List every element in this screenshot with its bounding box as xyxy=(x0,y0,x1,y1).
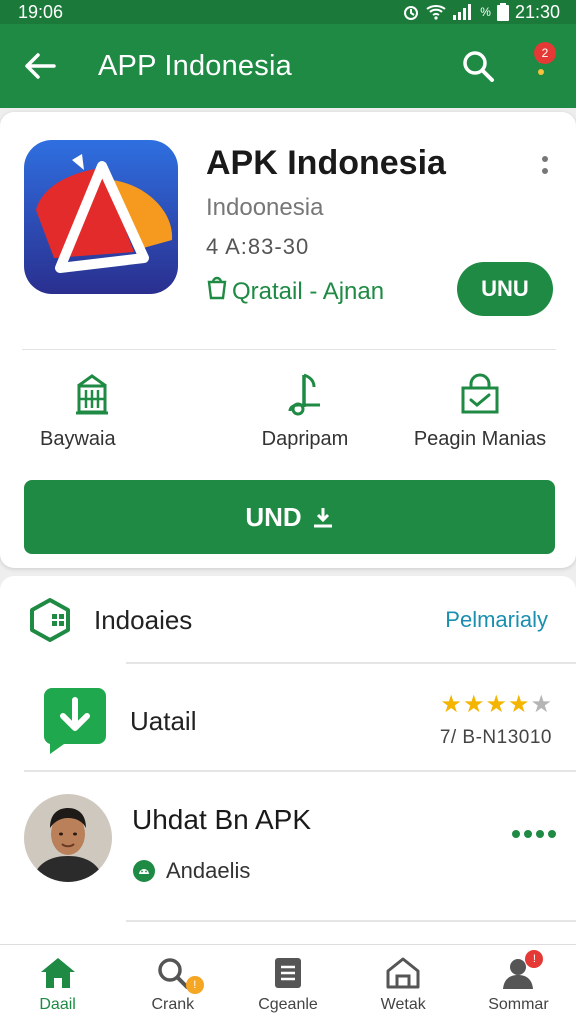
more-dots-icon[interactable] xyxy=(512,830,556,838)
user-title: Uhdat Bn APK xyxy=(132,804,312,835)
install-label: UND xyxy=(245,501,302,532)
nav-item-documents[interactable]: Cgeanle xyxy=(230,945,345,1024)
app-detail-card: APK Indonesia Indoonesia 4 A:83-30 Qrata… xyxy=(0,112,576,568)
category-icon xyxy=(206,276,228,307)
nav-item-store[interactable]: Wetak xyxy=(346,945,461,1024)
building-icon xyxy=(76,374,108,415)
options-dot xyxy=(542,156,548,162)
options-dot xyxy=(542,168,548,174)
overflow-menu-button[interactable]: 2 xyxy=(526,42,556,88)
developer-name[interactable]: Indoonesia xyxy=(206,194,323,222)
divider xyxy=(24,770,576,772)
update-label: Uatail xyxy=(130,705,197,736)
nav-badge: ! xyxy=(525,949,544,968)
android-badge-icon xyxy=(133,860,155,882)
battery-percent: % xyxy=(480,5,491,19)
nav-item-profile[interactable]: ! Sommar xyxy=(461,945,576,1024)
rating-count: 7/ B-N13010 xyxy=(439,727,552,748)
divider xyxy=(126,662,576,664)
search-icon xyxy=(158,957,189,989)
signal-icon xyxy=(452,4,474,20)
music-note-icon xyxy=(288,373,320,416)
category-label: Qratail - Ajnan xyxy=(232,277,385,305)
section-header: Indoaies Pelmarialy xyxy=(0,590,576,650)
bottom-navigation: Daail ! Crank Cgeanle Wetak ! Sommar xyxy=(0,944,576,1024)
app-name: APK Indonesia xyxy=(206,144,446,182)
section-more-link[interactable]: Pelmarialy xyxy=(445,607,548,633)
nav-item-search[interactable]: ! Crank xyxy=(115,945,230,1024)
feature-item[interactable]: Peagin Manias xyxy=(395,370,565,460)
user-subtitle-row: Andaelis xyxy=(132,858,250,884)
nav-label: Sommar xyxy=(488,995,549,1013)
star-icon: ★ xyxy=(530,691,552,718)
status-time-right: 21:30 xyxy=(514,1,560,22)
star-icon: ★ xyxy=(462,691,485,718)
nav-label: Cgeanle xyxy=(258,995,318,1013)
feature-item[interactable]: Baywaia xyxy=(40,370,220,460)
search-button[interactable] xyxy=(458,46,498,86)
feature-label: Dapripam xyxy=(261,428,349,450)
wifi-icon xyxy=(426,4,446,20)
overflow-dot xyxy=(538,69,544,75)
install-button[interactable]: UND xyxy=(24,480,555,554)
arrow-left-icon xyxy=(25,53,56,79)
battery-icon xyxy=(496,3,509,21)
app-logo-icon xyxy=(24,140,178,294)
open-button[interactable]: UNU xyxy=(457,262,553,316)
document-icon xyxy=(275,957,301,988)
nav-item-home[interactable]: Daail xyxy=(0,945,115,1024)
nav-badge: ! xyxy=(185,975,204,994)
user-subtitle: Andaelis xyxy=(166,858,251,883)
app-bar-title: APP Indonesia xyxy=(98,49,292,82)
section-title: Indoaies xyxy=(94,604,193,635)
app-category[interactable]: Qratail - Ajnan xyxy=(206,276,384,307)
home-icon xyxy=(40,957,75,988)
related-section: Indoaies Pelmarialy Uatail ★ ★ ★ ★ ★ 7/ … xyxy=(0,576,576,944)
store-hexagon-icon xyxy=(26,596,74,644)
rating-block: ★ ★ ★ ★ ★ 7/ B-N13010 xyxy=(440,693,552,749)
download-chat-icon xyxy=(42,686,108,756)
star-icon: ★ xyxy=(485,691,507,718)
app-options-button[interactable] xyxy=(536,156,554,186)
status-icons: % 21:30 xyxy=(402,2,560,23)
star-icon: ★ xyxy=(440,691,462,718)
feature-label: Peagin Manias xyxy=(413,428,547,450)
avatar xyxy=(24,794,112,882)
app-bar: APP Indonesia 2 xyxy=(0,24,576,108)
house-outline-icon xyxy=(386,957,420,988)
status-bar: 19:06 % 21:30 xyxy=(0,0,576,24)
star-rating: ★ ★ ★ ★ ★ xyxy=(440,693,552,717)
update-row[interactable]: Uatail ★ ★ ★ ★ ★ 7/ B-N13010 xyxy=(0,674,576,768)
download-icon xyxy=(313,508,332,528)
feature-item[interactable]: Dapripam xyxy=(230,370,380,460)
search-icon xyxy=(463,51,494,82)
nav-label: Crank xyxy=(151,995,195,1013)
status-time-left: 19:06 xyxy=(18,1,64,22)
nav-label: Daail xyxy=(39,995,76,1013)
shopping-bag-icon xyxy=(461,373,499,414)
app-version: 4 A:83-30 xyxy=(206,234,310,259)
feature-label: Baywaia xyxy=(40,428,116,450)
nav-label: Wetak xyxy=(380,995,426,1013)
divider xyxy=(22,349,556,350)
divider xyxy=(126,920,576,922)
back-button[interactable] xyxy=(20,46,60,86)
notification-badge: 2 xyxy=(534,42,556,64)
alarm-icon xyxy=(402,3,420,21)
feature-row: Baywaia Dapripam Peagin Manias xyxy=(0,370,576,460)
user-row[interactable]: Uhdat Bn APK Andaelis xyxy=(0,782,576,892)
star-icon: ★ xyxy=(507,691,530,718)
